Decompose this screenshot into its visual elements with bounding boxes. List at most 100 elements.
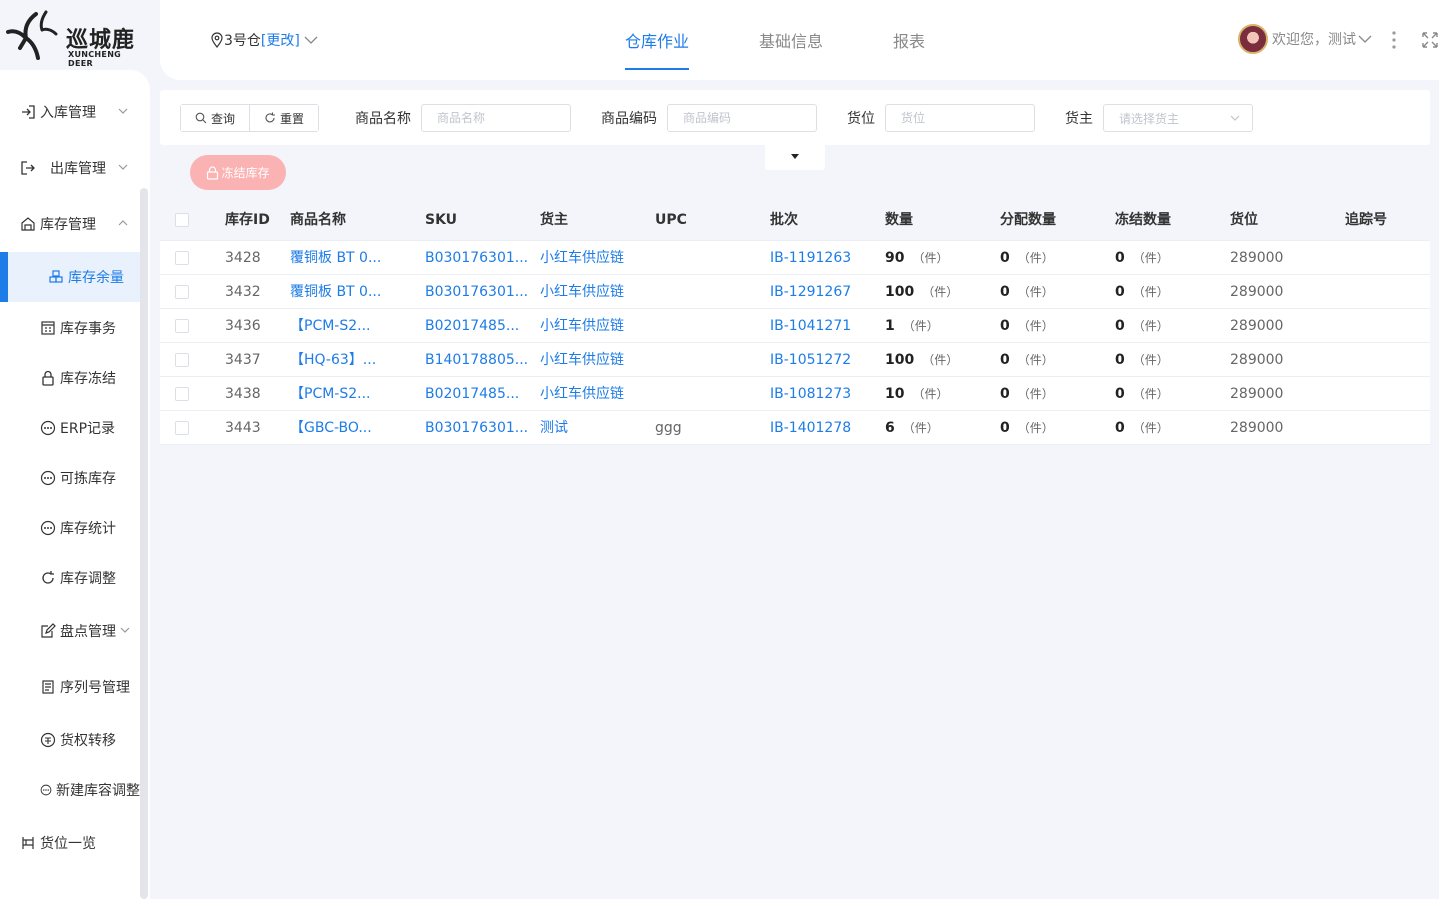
product-name-link[interactable]: 【PCM-S2... [290, 377, 415, 411]
table-row[interactable]: 3437 【HQ-63】... B140178805... 小红车供应链 IB-… [160, 343, 1430, 377]
column-header[interactable]: 库存ID [225, 200, 270, 241]
sidebar-item-locations[interactable]: 货位一览 [0, 823, 140, 863]
sidebar-item-adjust[interactable]: 库存调整 [0, 558, 140, 598]
sidebar-item-capacity-adjust[interactable]: 新建库容调整 [0, 770, 140, 810]
column-header[interactable]: UPC [655, 200, 687, 241]
quantity-cell: 100 （件） [885, 275, 958, 309]
owner-link[interactable]: 测试 [540, 411, 568, 445]
quantity-cell: 6 （件） [885, 411, 939, 445]
sidebar-item-inventory[interactable]: 库存管理 [0, 204, 140, 244]
owner-link[interactable]: 小红车供应链 [540, 275, 624, 309]
batch-link[interactable]: IB-1081273 [770, 377, 851, 411]
table-row[interactable]: 3443 【GBC-BO... B030176301... 测试 ggg IB-… [160, 411, 1430, 445]
freeze-stock-button[interactable]: 冻结库存 [190, 155, 286, 190]
sku-link[interactable]: B140178805... [425, 343, 533, 377]
sidebar-item-ownership[interactable]: 货权转移 [0, 720, 140, 760]
column-header[interactable]: 冻结数量 [1115, 200, 1171, 241]
sidebar-item-serial[interactable]: 序列号管理 [0, 667, 140, 707]
more-vertical-icon[interactable] [1392, 30, 1396, 50]
sku-link[interactable]: B030176301... [425, 241, 533, 275]
sku-link[interactable]: B030176301... [425, 411, 533, 445]
unit-label: （件） [1132, 421, 1169, 435]
shelf-icon [22, 837, 34, 849]
frozen-cell: 0 （件） [1115, 309, 1169, 343]
owner-select[interactable]: 请选择货主 [1103, 104, 1253, 132]
sidebar-menu: 入库管理 出库管理 库存管理 库存余量 库存事务 库存冻结 ERP记录 可拣库存… [0, 70, 150, 899]
column-header[interactable]: 货主 [540, 200, 568, 241]
location-input[interactable] [885, 104, 1035, 132]
row-checkbox[interactable] [175, 353, 189, 367]
table-row[interactable]: 3438 【PCM-S2... B02017485... 小红车供应链 IB-1… [160, 377, 1430, 411]
brand-logo[interactable]: 巡城鹿 XUNCHENG DEER [6, 6, 146, 68]
column-header[interactable]: 货位 [1230, 200, 1258, 241]
owner-link[interactable]: 小红车供应链 [540, 309, 624, 343]
column-header[interactable]: 商品名称 [290, 200, 346, 241]
row-checkbox[interactable] [175, 319, 189, 333]
select-all-checkbox[interactable] [175, 213, 189, 227]
frozen-cell: 0 （件） [1115, 275, 1169, 309]
owner-link[interactable]: 小红车供应链 [540, 241, 624, 275]
table-row[interactable]: 3432 覆铜板 BT 0... B030176301... 小红车供应链 IB… [160, 275, 1430, 309]
product-code-input[interactable] [667, 104, 817, 132]
query-button[interactable]: 查询 [181, 105, 250, 131]
user-menu[interactable]: 欢迎您，测试 [1238, 24, 1372, 54]
stock-id: 3436 [225, 318, 261, 334]
filter-collapse-toggle[interactable] [765, 145, 825, 170]
batch-link[interactable]: IB-1051272 [770, 343, 851, 377]
batch-link[interactable]: IB-1401278 [770, 411, 851, 445]
row-checkbox[interactable] [175, 285, 189, 299]
search-icon [195, 112, 207, 124]
batch-link[interactable]: IB-1041271 [770, 309, 851, 343]
sidebar-item-label: 库存统计 [60, 521, 116, 537]
tab-reports[interactable]: 报表 [893, 0, 925, 80]
sidebar-item-erp[interactable]: ERP记录 [0, 408, 140, 448]
sidebar-item-label: 货权转移 [60, 733, 116, 749]
column-header[interactable]: 分配数量 [1000, 200, 1056, 241]
product-name-link[interactable]: 【HQ-63】... [290, 343, 415, 377]
sidebar-item-inbound[interactable]: 入库管理 [0, 92, 140, 132]
sidebar-item-statistics[interactable]: 库存统计 [0, 508, 140, 548]
batch-link[interactable]: IB-1191263 [770, 241, 851, 275]
sidebar-item-stocktake[interactable]: 盘点管理 [0, 611, 140, 651]
allocated-cell: 0 （件） [1000, 275, 1054, 309]
allocated-value: 0 [1000, 318, 1010, 334]
warehouse-selector[interactable]: 3号仓 [更改] [210, 30, 319, 50]
change-warehouse-link[interactable]: [更改] [261, 30, 300, 50]
sidebar-item-label: 盘点管理 [60, 624, 116, 640]
row-checkbox[interactable] [175, 421, 189, 435]
owner-link[interactable]: 小红车供应链 [540, 343, 624, 377]
sidebar-scrollbar[interactable] [140, 188, 148, 899]
product-name-link[interactable]: 覆铜板 BT 0... [290, 275, 415, 309]
reset-button[interactable]: 重置 [249, 105, 319, 131]
column-header[interactable]: 数量 [885, 200, 913, 241]
product-name-input[interactable] [421, 104, 571, 132]
batch-link[interactable]: IB-1291267 [770, 275, 851, 309]
fullscreen-icon[interactable] [1422, 32, 1438, 48]
sku-link[interactable]: B030176301... [425, 275, 533, 309]
tab-basic-info[interactable]: 基础信息 [759, 0, 823, 80]
sidebar-item-outbound[interactable]: 出库管理 [0, 148, 140, 188]
column-header[interactable]: 追踪号 [1345, 200, 1387, 241]
owner-link[interactable]: 小红车供应链 [540, 377, 624, 411]
column-header[interactable]: 批次 [770, 200, 798, 241]
sidebar-item-transactions[interactable]: 库存事务 [0, 308, 140, 348]
lock-icon [207, 165, 219, 180]
product-name-link[interactable]: 【PCM-S2... [290, 309, 415, 343]
sku-link[interactable]: B02017485... [425, 309, 533, 343]
tab-warehouse-operations[interactable]: 仓库作业 [625, 0, 690, 80]
column-header[interactable]: SKU [425, 200, 457, 241]
table-row[interactable]: 3428 覆铜板 BT 0... B030176301... 小红车供应链 IB… [160, 241, 1430, 275]
sidebar-item-pickable[interactable]: 可拣库存 [0, 458, 140, 498]
sidebar-item-freeze[interactable]: 库存冻结 [0, 358, 140, 398]
avatar[interactable] [1238, 24, 1268, 54]
unit-label: （件） [1132, 387, 1169, 401]
table-row[interactable]: 3436 【PCM-S2... B02017485... 小红车供应链 IB-1… [160, 309, 1430, 343]
row-checkbox[interactable] [175, 387, 189, 401]
dots-circle-icon [40, 784, 52, 796]
product-name-link[interactable]: 覆铜板 BT 0... [290, 241, 415, 275]
row-checkbox[interactable] [175, 251, 189, 265]
product-name-link[interactable]: 【GBC-BO... [290, 411, 415, 445]
sku-link[interactable]: B02017485... [425, 377, 533, 411]
sidebar-item-stock-balance[interactable]: 库存余量 [0, 252, 140, 302]
allocated-cell: 0 （件） [1000, 309, 1054, 343]
